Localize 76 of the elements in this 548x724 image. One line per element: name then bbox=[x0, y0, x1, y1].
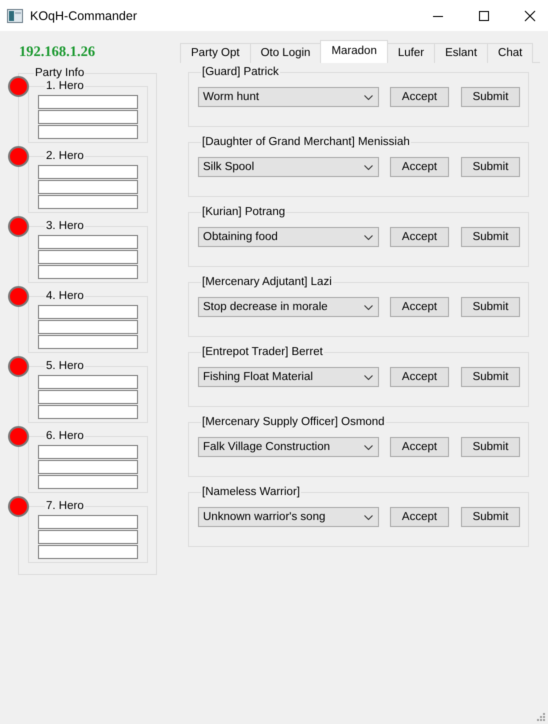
action-button[interactable]: Accept bbox=[390, 437, 449, 457]
input-field[interactable] bbox=[38, 265, 138, 279]
chevron-down-icon bbox=[364, 514, 373, 520]
chevron-down-icon bbox=[364, 94, 373, 100]
quest-dropdown[interactable]: Silk Spool bbox=[198, 157, 379, 177]
input-field[interactable] bbox=[38, 475, 138, 489]
group-title: [Kurian] Potrang bbox=[201, 206, 286, 219]
action-button[interactable]: Accept bbox=[390, 297, 449, 317]
group-title: 5. Hero bbox=[45, 360, 85, 373]
input-field[interactable] bbox=[38, 305, 138, 319]
chevron-down-icon bbox=[364, 304, 373, 310]
action-button[interactable]: Submit bbox=[461, 437, 520, 457]
action-button[interactable]: Accept bbox=[390, 367, 449, 387]
tab[interactable]: Party Opt bbox=[180, 43, 251, 63]
app-icon bbox=[7, 8, 23, 22]
maximize-icon[interactable] bbox=[478, 10, 490, 22]
action-button[interactable]: Submit bbox=[461, 87, 520, 107]
group-title: 6. Hero bbox=[45, 430, 85, 443]
action-button[interactable]: Submit bbox=[461, 157, 520, 177]
group-title: [Mercenary Supply Officer] Osmond bbox=[201, 416, 386, 429]
group-title: [Mercenary Adjutant] Lazi bbox=[201, 276, 333, 289]
input-field[interactable] bbox=[38, 165, 138, 179]
chevron-down-icon bbox=[364, 164, 373, 170]
input-field[interactable] bbox=[38, 405, 138, 419]
input-field[interactable] bbox=[38, 460, 138, 474]
group-title: [Nameless Warrior] bbox=[201, 486, 301, 499]
tab[interactable]: Chat bbox=[487, 43, 534, 63]
window-title: KOqH-Commander bbox=[30, 8, 137, 22]
chevron-down-icon bbox=[364, 444, 373, 450]
quest-dropdown[interactable]: Obtaining food bbox=[198, 227, 379, 247]
action-button[interactable]: Submit bbox=[461, 367, 520, 387]
input-field[interactable] bbox=[38, 180, 138, 194]
input-field[interactable] bbox=[38, 320, 138, 334]
quest-dropdown[interactable]: Stop decrease in morale bbox=[198, 297, 379, 317]
group-title: 3. Hero bbox=[45, 220, 85, 233]
input-field[interactable] bbox=[38, 530, 138, 544]
action-button[interactable]: Accept bbox=[390, 87, 449, 107]
action-button[interactable]: Accept bbox=[390, 507, 449, 527]
action-button[interactable]: Accept bbox=[390, 157, 449, 177]
action-button[interactable]: Submit bbox=[461, 507, 520, 527]
quest-dropdown[interactable]: Worm hunt bbox=[198, 87, 379, 107]
group-title: 2. Hero bbox=[45, 150, 85, 163]
input-field[interactable] bbox=[38, 125, 138, 139]
group-title: 4. Hero bbox=[45, 290, 85, 303]
chevron-down-icon bbox=[364, 234, 373, 240]
quest-dropdown[interactable]: Unknown warrior's song bbox=[198, 507, 379, 527]
action-button[interactable]: Accept bbox=[390, 227, 449, 247]
input-field[interactable] bbox=[38, 110, 138, 124]
resize-grip-icon[interactable] bbox=[537, 713, 545, 721]
input-field[interactable] bbox=[38, 195, 138, 209]
group-title: Party Info bbox=[34, 67, 86, 80]
group-title: 7. Hero bbox=[45, 500, 85, 513]
close-icon[interactable] bbox=[524, 10, 536, 22]
ip-address: 192.168.1.26 bbox=[19, 44, 96, 62]
chevron-down-icon bbox=[364, 374, 373, 380]
tab[interactable]: Maradon bbox=[320, 40, 388, 63]
input-field[interactable] bbox=[38, 445, 138, 459]
action-button[interactable]: Submit bbox=[461, 297, 520, 317]
tab[interactable]: Lufer bbox=[386, 43, 436, 63]
quest-dropdown[interactable]: Fishing Float Material bbox=[198, 367, 379, 387]
input-field[interactable] bbox=[38, 335, 138, 349]
input-field[interactable] bbox=[38, 375, 138, 389]
input-field[interactable] bbox=[38, 235, 138, 249]
group-title: 1. Hero bbox=[45, 80, 85, 93]
input-field[interactable] bbox=[38, 545, 138, 559]
tab[interactable]: Eslant bbox=[434, 43, 488, 63]
input-field[interactable] bbox=[38, 515, 138, 529]
group-title: [Entrepot Trader] Berret bbox=[201, 346, 324, 359]
group-title: [Daughter of Grand Merchant] Menissiah bbox=[201, 136, 411, 149]
input-field[interactable] bbox=[38, 95, 138, 109]
input-field[interactable] bbox=[38, 390, 138, 404]
group-title: [Guard] Patrick bbox=[201, 66, 280, 79]
input-field[interactable] bbox=[38, 250, 138, 264]
action-button[interactable]: Submit bbox=[461, 227, 520, 247]
tab[interactable]: Oto Login bbox=[250, 43, 322, 63]
quest-dropdown[interactable]: Falk Village Construction bbox=[198, 437, 379, 457]
